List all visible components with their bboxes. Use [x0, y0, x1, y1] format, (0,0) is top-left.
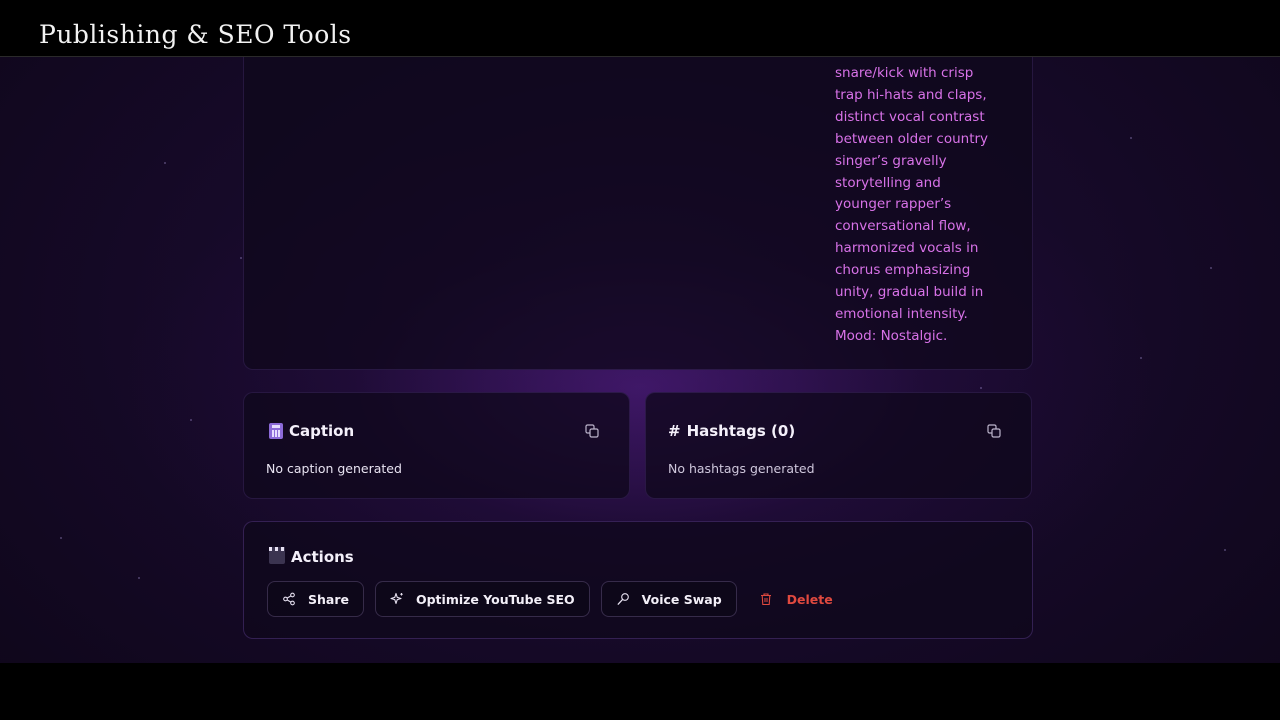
caption-title: Caption — [289, 422, 355, 440]
trash-icon — [760, 593, 771, 606]
description-line: storytelling and — [835, 174, 941, 191]
actions-title: Actions — [291, 548, 354, 566]
share-icon — [283, 592, 295, 606]
caption-card: Caption No caption generated — [243, 392, 630, 499]
actions-header: Actions — [269, 547, 354, 566]
delete-button[interactable]: Delete — [748, 581, 848, 617]
description-line: trap hi-hats and claps, — [835, 86, 987, 103]
description-line: harmonized vocals in — [835, 240, 979, 257]
hashtags-text: No hashtags generated — [668, 461, 815, 476]
description-line: between older country — [835, 130, 989, 147]
content-area[interactable]: Caption No caption generated # Hashtags … — [0, 57, 1280, 663]
hashtags-title: Hashtags (0) — [686, 422, 796, 440]
calculator-icon — [269, 423, 283, 439]
decor-dot — [1210, 267, 1212, 269]
voice-swap-label: Voice Swap — [641, 591, 722, 607]
description-line: snare/kick with crisp — [835, 65, 974, 81]
bottom-bar — [0, 663, 1280, 720]
decor-dot — [1140, 357, 1142, 359]
actions-card: Actions Share Optimize YouTube SEO Voice… — [243, 521, 1033, 639]
share-button[interactable]: Share — [267, 581, 364, 617]
description-line: younger rapper’s — [835, 196, 952, 213]
description-line: emotional intensity. — [835, 305, 968, 322]
actions-button-row: Share Optimize YouTube SEO Voice Swap De… — [267, 581, 848, 617]
top-bar: Publishing & SEO Tools — [0, 0, 1280, 57]
decor-dot — [1130, 137, 1132, 139]
copy-hashtags-icon[interactable] — [987, 424, 1001, 438]
audio-description: snare/kick with crisp trap hi-hats and c… — [835, 63, 1010, 348]
share-label: Share — [308, 591, 349, 607]
decor-dot — [138, 577, 140, 579]
description-line: singer’s gravelly — [835, 152, 947, 169]
description-line: distinct vocal contrast — [835, 108, 985, 125]
description-line: conversational flow, — [835, 218, 971, 235]
optimize-youtube-seo-button[interactable]: Optimize YouTube SEO — [374, 581, 590, 617]
decor-dot — [164, 162, 166, 164]
decor-dot — [980, 387, 982, 389]
copy-caption-icon[interactable] — [585, 424, 599, 438]
decor-dot — [60, 537, 62, 539]
decor-dot — [1224, 549, 1226, 551]
hashtags-header: # Hashtags (0) — [668, 422, 795, 440]
voice-swap-button[interactable]: Voice Swap — [600, 581, 737, 617]
description-line: chorus emphasizing — [835, 262, 971, 279]
optimize-youtube-seo-label: Optimize YouTube SEO — [415, 591, 575, 607]
hash-icon: # — [668, 422, 681, 440]
decor-dot — [240, 257, 242, 259]
delete-label: Delete — [786, 591, 833, 607]
hashtags-card: # Hashtags (0) No hashtags generated — [645, 392, 1032, 499]
caption-text: No caption generated — [266, 461, 402, 476]
decor-dot — [190, 419, 192, 421]
caption-header: Caption — [269, 422, 354, 440]
page-title: Publishing & SEO Tools — [39, 20, 352, 49]
microphone-icon — [617, 593, 629, 605]
clapperboard-icon — [269, 547, 285, 564]
description-line: unity, gradual build in — [835, 284, 984, 301]
description-line: Mood: Nostalgic. — [835, 327, 948, 344]
sparkles-icon — [390, 592, 403, 605]
